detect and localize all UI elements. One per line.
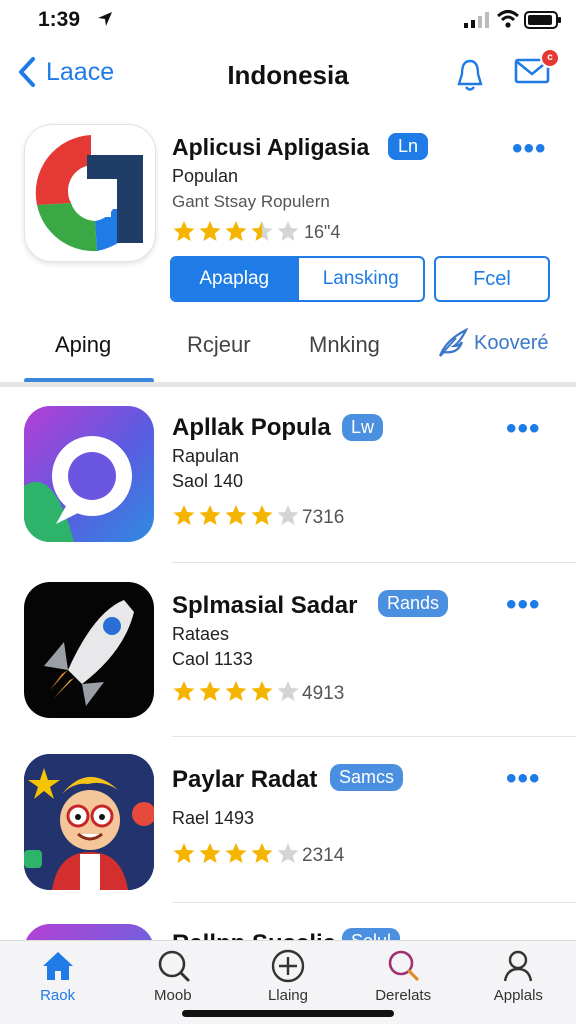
- featured-segmented-control: Apaplag Lansking: [170, 256, 425, 302]
- tabs-divider: [0, 382, 576, 387]
- rating-count: 2314: [302, 845, 345, 866]
- star-icon: [199, 843, 221, 863]
- app-subtitle: Rataes: [172, 624, 230, 644]
- star-icon: [173, 843, 195, 863]
- star-icon: [173, 681, 195, 701]
- star-icon: [277, 843, 299, 863]
- star-icon: [251, 221, 273, 241]
- rating-count: 7316: [302, 507, 345, 528]
- category-tabs: Aping Rcjeur Mnking Kooveré: [0, 318, 576, 388]
- person-icon: [504, 950, 533, 982]
- rating-stars: [172, 680, 302, 702]
- app-detail: Rael 1493: [172, 808, 255, 828]
- featured-app-icon[interactable]: [24, 124, 156, 262]
- status-bar: 1:39: [0, 0, 576, 40]
- tabbar-item-home[interactable]: Raok: [0, 941, 115, 1024]
- star-icon: [173, 505, 195, 525]
- home-indicator: [182, 1010, 394, 1017]
- star-icon: [199, 505, 221, 525]
- star-icon: [199, 221, 221, 241]
- star-icon: [277, 505, 299, 525]
- star-icon: [277, 681, 299, 701]
- row-divider: [172, 902, 576, 903]
- tab-koover[interactable]: Kooveré: [436, 328, 549, 358]
- nav-bar: Laace Indonesia c: [0, 46, 576, 106]
- app-detail: Saol 140: [172, 471, 244, 491]
- app-subtitle: Rapulan: [172, 446, 240, 466]
- tabbar-item-apps[interactable]: Applals: [461, 941, 576, 1024]
- app-name: Apllak Popula: [172, 414, 331, 441]
- status-time: 1:39: [38, 8, 81, 31]
- location-arrow-icon: [98, 12, 112, 26]
- featured-rating-stars: [172, 220, 302, 242]
- featured-app-subtitle: Populan: [172, 166, 239, 186]
- more-button[interactable]: •••: [506, 590, 541, 620]
- featured-app-name: Aplicusi Apligasia: [172, 134, 370, 160]
- star-icon: [225, 505, 247, 525]
- bell-icon[interactable]: [455, 58, 485, 94]
- featured-app-description: Gant Stsay Ropulern: [172, 192, 330, 211]
- plus-circle-icon: [271, 949, 305, 983]
- home-icon: [42, 952, 73, 980]
- row-divider: [172, 736, 576, 737]
- tab-koover-label: Kooveré: [474, 331, 549, 354]
- rating-count: 4913: [302, 683, 345, 704]
- search-icon: [388, 950, 419, 981]
- page-title: Indonesia: [227, 60, 349, 90]
- featured-app: Aplicusi Apligasia Ln ••• Populan Gant S…: [0, 120, 576, 310]
- segment-lansking[interactable]: Lansking: [296, 258, 424, 300]
- star-icon: [251, 505, 273, 525]
- rating-stars: [172, 842, 302, 864]
- segment-apaplag[interactable]: Apaplag: [172, 258, 297, 300]
- tabbar-label: Raok: [40, 987, 76, 1004]
- chat-bubble-icon: [24, 406, 154, 542]
- tabbar-label: Derelats: [375, 987, 432, 1004]
- battery-icon: [524, 11, 561, 29]
- fcel-button[interactable]: Fcel: [434, 256, 550, 302]
- tab-aping[interactable]: Aping: [55, 332, 111, 358]
- more-button[interactable]: •••: [506, 764, 541, 794]
- g-logo-icon: [35, 135, 143, 252]
- star-icon: [225, 681, 247, 701]
- more-button[interactable]: •••: [506, 414, 541, 444]
- star-icon: [277, 221, 299, 241]
- star-icon: [225, 843, 247, 863]
- app-name: Splmasial Sadar: [172, 592, 358, 619]
- featured-more-button[interactable]: •••: [512, 134, 547, 164]
- tabbar-label: Moob: [154, 987, 192, 1004]
- star-icon: [173, 221, 195, 241]
- row-divider: [172, 562, 576, 563]
- star-icon: [199, 681, 221, 701]
- app-detail: Caol 1133: [172, 649, 253, 669]
- mail-button[interactable]: c: [514, 48, 560, 91]
- tabbar-label: Applals: [493, 987, 543, 1004]
- app-badge: Samcs: [330, 764, 404, 791]
- featured-rating-count: 16"4: [304, 222, 341, 242]
- tab-rcjeur[interactable]: Rcjeur: [187, 332, 251, 358]
- wifi-icon: [496, 10, 520, 28]
- star-icon: [225, 221, 247, 241]
- search-icon: [158, 950, 190, 982]
- feather-icon: [438, 328, 469, 357]
- tabbar-label: Llaing: [267, 987, 308, 1004]
- cellular-signal-icon: [464, 12, 489, 28]
- star-icon: [251, 681, 273, 701]
- rating-stars: [172, 504, 302, 526]
- tab-mnking[interactable]: Mnking: [309, 332, 380, 358]
- star-icon: [251, 843, 273, 863]
- rocket-icon: [24, 582, 154, 718]
- app-badge: Rands: [378, 590, 449, 617]
- app-name: Paylar Radat: [172, 766, 318, 793]
- mail-badge: c: [540, 48, 560, 68]
- app-badge: Lw: [342, 414, 384, 441]
- cartoon-character-icon: [24, 754, 154, 890]
- featured-app-badge: Ln: [388, 133, 429, 160]
